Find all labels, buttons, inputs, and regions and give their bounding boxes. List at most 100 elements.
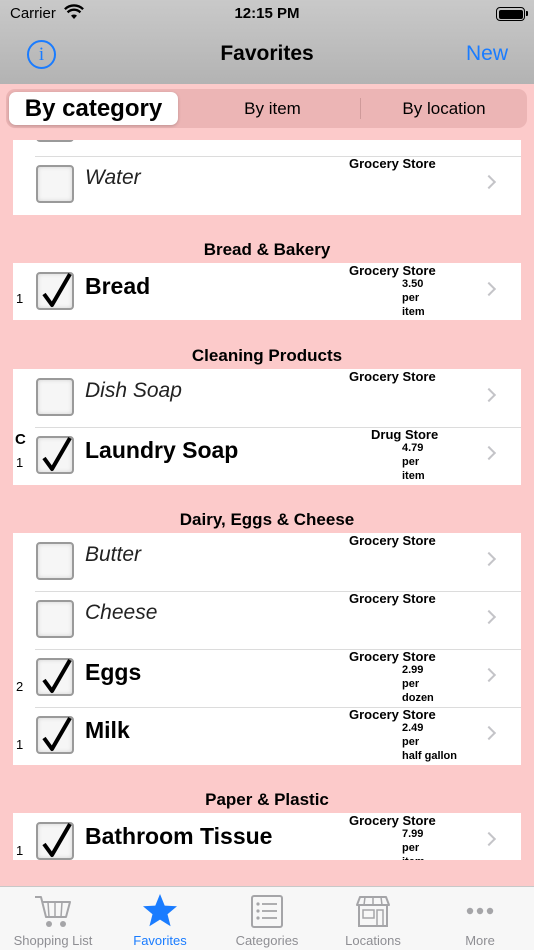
tab-more[interactable]: More (427, 887, 533, 950)
item-name: Water (85, 166, 141, 189)
price-info: 4.79 per item (402, 441, 425, 483)
favorite-row[interactable]: Cheese Grocery Store (13, 591, 521, 649)
favorite-row[interactable]: Butter Grocery Store (13, 533, 521, 591)
list-icon (251, 895, 283, 928)
chevron-right-icon (481, 281, 497, 297)
favorite-row[interactable]: 1 Milk Grocery Store 2.49 per half gallo… (13, 707, 521, 765)
store-name: Grocery Store (349, 707, 436, 722)
price-value: 3.50 (402, 278, 424, 290)
clock: 12:15 PM (234, 5, 300, 22)
quantity-label: 1 (16, 291, 24, 306)
checkmark-icon (42, 436, 72, 471)
tab-shopping-list[interactable]: Shopping List (0, 887, 106, 950)
checkbox[interactable] (36, 436, 74, 474)
price-value: 4.79 (402, 442, 424, 454)
segment-by-category[interactable]: By category (9, 92, 178, 125)
store-name: Grocery Store (349, 591, 436, 606)
price-unit: item (402, 855, 425, 860)
checkbox[interactable] (36, 822, 74, 860)
storefront-icon (356, 896, 390, 927)
favorite-row[interactable]: 2 Eggs Grocery Store 2.99 per dozen (13, 649, 521, 707)
item-name: Cheese (85, 601, 158, 624)
section-header: Dairy, Eggs & Cheese (179, 510, 355, 529)
store-name: Grocery Store (349, 533, 436, 548)
store-name: Grocery Store (349, 813, 436, 828)
checkbox[interactable] (36, 272, 74, 310)
price-value: 2.99 (402, 664, 424, 676)
store-name: Drug Store (371, 427, 439, 442)
new-button[interactable]: New (466, 42, 508, 66)
price-info: 3.50 per item (402, 277, 425, 319)
tab-locations[interactable]: Locations (320, 887, 426, 950)
price-info: 7.99 per item (402, 827, 425, 860)
top-bar: Carrier 12:15 PM i Favorites New (0, 0, 534, 84)
item-name: Dish Soap (85, 379, 182, 402)
section-header: Cleaning Products (191, 346, 343, 365)
more-icon (466, 907, 494, 915)
chevron-right-icon (481, 667, 497, 683)
row-marker: C (15, 431, 26, 448)
favorite-row[interactable]: Water Grocery Store (13, 156, 521, 214)
tab-bar: Shopping List Favorites Categories Locat… (0, 886, 534, 950)
battery-icon (496, 7, 528, 21)
chevron-right-icon (481, 831, 497, 847)
store-name: Grocery Store (349, 649, 436, 664)
tab-label: Shopping List (13, 933, 93, 948)
chevron-right-icon (481, 551, 497, 567)
status-bar: Carrier 12:15 PM (0, 0, 534, 28)
item-name: Eggs (85, 659, 142, 685)
price-info: 2.49 per half gallon (402, 721, 457, 763)
price-unit: item (402, 306, 425, 318)
price-info: 2.99 per dozen (402, 663, 434, 705)
price-unit: half gallon (402, 750, 457, 762)
store-name: Grocery Store (349, 156, 436, 171)
checkmark-icon (42, 716, 72, 751)
section-card: 1 Bread Grocery Store 3.50 per item (13, 263, 521, 320)
item-name: Laundry Soap (85, 437, 239, 463)
chevron-right-icon (481, 609, 497, 625)
favorites-list[interactable]: Water Grocery Store Bread & Bakery 1 Bre… (0, 140, 534, 886)
favorite-row[interactable]: C 1 Laundry Soap Drug Store 4.79 per ite… (13, 427, 521, 485)
segment-by-item[interactable]: By item (184, 89, 361, 128)
section-card: Water Grocery Store (13, 140, 521, 215)
store-name: Grocery Store (349, 369, 436, 384)
segment-by-location[interactable]: By location (361, 89, 527, 128)
price-unit: dozen (402, 692, 434, 704)
favorite-row[interactable]: 1 Bread Grocery Store 3.50 per item (13, 263, 521, 321)
item-name: Bread (85, 273, 151, 299)
price-value: 2.49 (402, 722, 424, 734)
checkbox[interactable] (36, 378, 74, 416)
price-value: 7.99 (402, 828, 424, 840)
item-name: Butter (85, 543, 142, 566)
favorite-row[interactable]: 1 Bathroom Tissue Grocery Store 7.99 per… (13, 813, 521, 860)
item-name: Milk (85, 717, 130, 743)
checkmark-icon (42, 272, 72, 307)
checkbox[interactable] (36, 716, 74, 754)
price-per: per (402, 842, 420, 854)
chevron-right-icon (481, 445, 497, 461)
tab-favorites[interactable]: Favorites (107, 887, 213, 950)
checkbox[interactable] (36, 165, 74, 203)
section-card: 1 Bathroom Tissue Grocery Store 7.99 per… (13, 813, 521, 860)
chevron-right-icon (481, 725, 497, 741)
checkbox[interactable] (36, 542, 74, 580)
checkbox[interactable] (36, 140, 74, 142)
section-header: Paper & Plastic (205, 790, 329, 809)
tab-label: Locations (345, 933, 401, 948)
section-card: Dish Soap Grocery Store C 1 Laundry Soap… (13, 369, 521, 485)
tab-label: Categories (235, 933, 299, 948)
checkmark-icon (42, 658, 72, 693)
checkbox[interactable] (36, 600, 74, 638)
store-name: Grocery Store (349, 263, 436, 278)
section-header: Bread & Bakery (203, 240, 331, 259)
tab-label: More (465, 933, 495, 948)
favorite-row[interactable]: Dish Soap Grocery Store (13, 369, 521, 427)
quantity-label: 1 (16, 843, 24, 858)
checkbox[interactable] (36, 658, 74, 696)
quantity-label: 2 (16, 679, 24, 694)
tab-categories[interactable]: Categories (214, 887, 320, 950)
price-unit: item (402, 470, 425, 482)
price-per: per (402, 678, 420, 690)
view-segmented-control: By category By item By location (6, 89, 527, 128)
quantity-label: 1 (16, 455, 24, 470)
